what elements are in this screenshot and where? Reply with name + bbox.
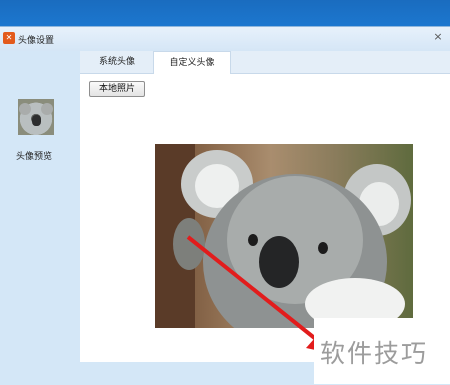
- tab-system-avatar[interactable]: 系统头像: [88, 51, 146, 73]
- avatar-preview: [18, 99, 54, 135]
- koala-nose: [259, 236, 299, 288]
- avatar-ear-right: [41, 103, 53, 115]
- window-title: 头像设置: [18, 36, 55, 46]
- local-photo-button[interactable]: 本地照片: [89, 81, 145, 97]
- koala-photo: [155, 144, 413, 328]
- app-logo-icon: ✕: [3, 32, 15, 44]
- tab-bar: 系统头像 自定义头像: [80, 51, 450, 74]
- koala-paw: [173, 218, 205, 270]
- watermark: 软件技巧: [314, 318, 450, 384]
- preview-label: 头像预览: [16, 152, 53, 162]
- avatar-ear-left: [19, 103, 31, 115]
- preview-panel: 头像预览: [0, 51, 80, 385]
- koala-eye-left: [248, 234, 258, 246]
- os-taskbar: [0, 0, 450, 26]
- watermark-text: 软件技巧: [320, 339, 429, 368]
- koala-illustration: [155, 144, 411, 328]
- close-button[interactable]: ×: [432, 31, 444, 43]
- avatar-nose: [32, 115, 41, 126]
- title-bar: ✕ 头像设置 ×: [0, 27, 450, 51]
- koala-eye-right: [318, 242, 328, 254]
- tab-custom-avatar[interactable]: 自定义头像: [153, 51, 231, 74]
